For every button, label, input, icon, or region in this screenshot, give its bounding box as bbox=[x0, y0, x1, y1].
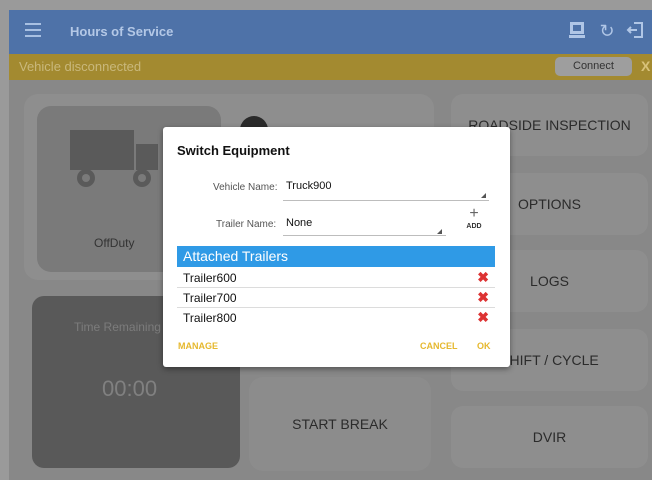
add-label: ADD bbox=[466, 223, 482, 230]
app-bar: Hours of Service ↻ bbox=[9, 10, 652, 54]
trailer-name: Trailer800 bbox=[183, 311, 237, 325]
trailer-row: Trailer600 ✖ bbox=[177, 268, 495, 288]
trailer-field-underline bbox=[283, 235, 446, 236]
delete-trailer-icon[interactable]: ✖ bbox=[477, 309, 489, 326]
ok-button[interactable]: OK bbox=[477, 341, 491, 351]
timer-value: 00:00 bbox=[102, 376, 158, 401]
dvir-button[interactable]: DVIR bbox=[451, 406, 648, 468]
refresh-icon[interactable]: ↻ bbox=[597, 21, 617, 41]
trailer-name: Trailer600 bbox=[183, 271, 237, 285]
connect-button[interactable]: Connect bbox=[555, 57, 632, 76]
delete-trailer-icon[interactable]: ✖ bbox=[477, 269, 489, 286]
vehicle-dropdown-icon[interactable] bbox=[481, 193, 486, 198]
menu-icon[interactable] bbox=[25, 23, 41, 39]
switch-equipment-dialog: Switch Equipment Vehicle Name: Truck900 … bbox=[163, 127, 510, 367]
trailer-name: Trailer700 bbox=[183, 291, 237, 305]
dialog-title: Switch Equipment bbox=[177, 143, 290, 158]
add-trailer-button[interactable]: + ADD bbox=[464, 205, 484, 231]
vehicle-field-underline bbox=[283, 200, 489, 201]
banner-message: Vehicle disconnected bbox=[19, 59, 142, 74]
attached-trailers-header: Attached Trailers bbox=[177, 246, 495, 267]
disconnected-banner: Vehicle disconnected Connect X bbox=[9, 54, 652, 80]
truck-icon bbox=[70, 130, 158, 187]
time-remaining-label: Time Remaining bbox=[74, 320, 161, 334]
trailer-name-value[interactable]: None bbox=[286, 217, 312, 229]
vehicle-name-value[interactable]: Truck900 bbox=[286, 180, 331, 192]
trailer-row: Trailer700 ✖ bbox=[177, 288, 495, 308]
manage-button[interactable]: MANAGE bbox=[178, 341, 218, 351]
vehicle-name-label: Vehicle Name: bbox=[213, 182, 278, 193]
logout-icon[interactable] bbox=[625, 21, 645, 41]
close-banner-button[interactable]: X bbox=[641, 58, 650, 74]
cancel-button[interactable]: CANCEL bbox=[420, 341, 458, 351]
switch-equipment-icon[interactable] bbox=[567, 21, 587, 41]
trailer-row: Trailer800 ✖ bbox=[177, 308, 495, 328]
start-break-button[interactable]: START BREAK bbox=[249, 377, 431, 471]
app-title: Hours of Service bbox=[70, 24, 174, 39]
trailer-dropdown-icon[interactable] bbox=[437, 229, 442, 234]
duty-status-label: OffDuty bbox=[94, 236, 135, 250]
trailer-name-label: Trailer Name: bbox=[216, 219, 277, 230]
delete-trailer-icon[interactable]: ✖ bbox=[477, 289, 489, 306]
plus-icon: + bbox=[469, 205, 479, 222]
